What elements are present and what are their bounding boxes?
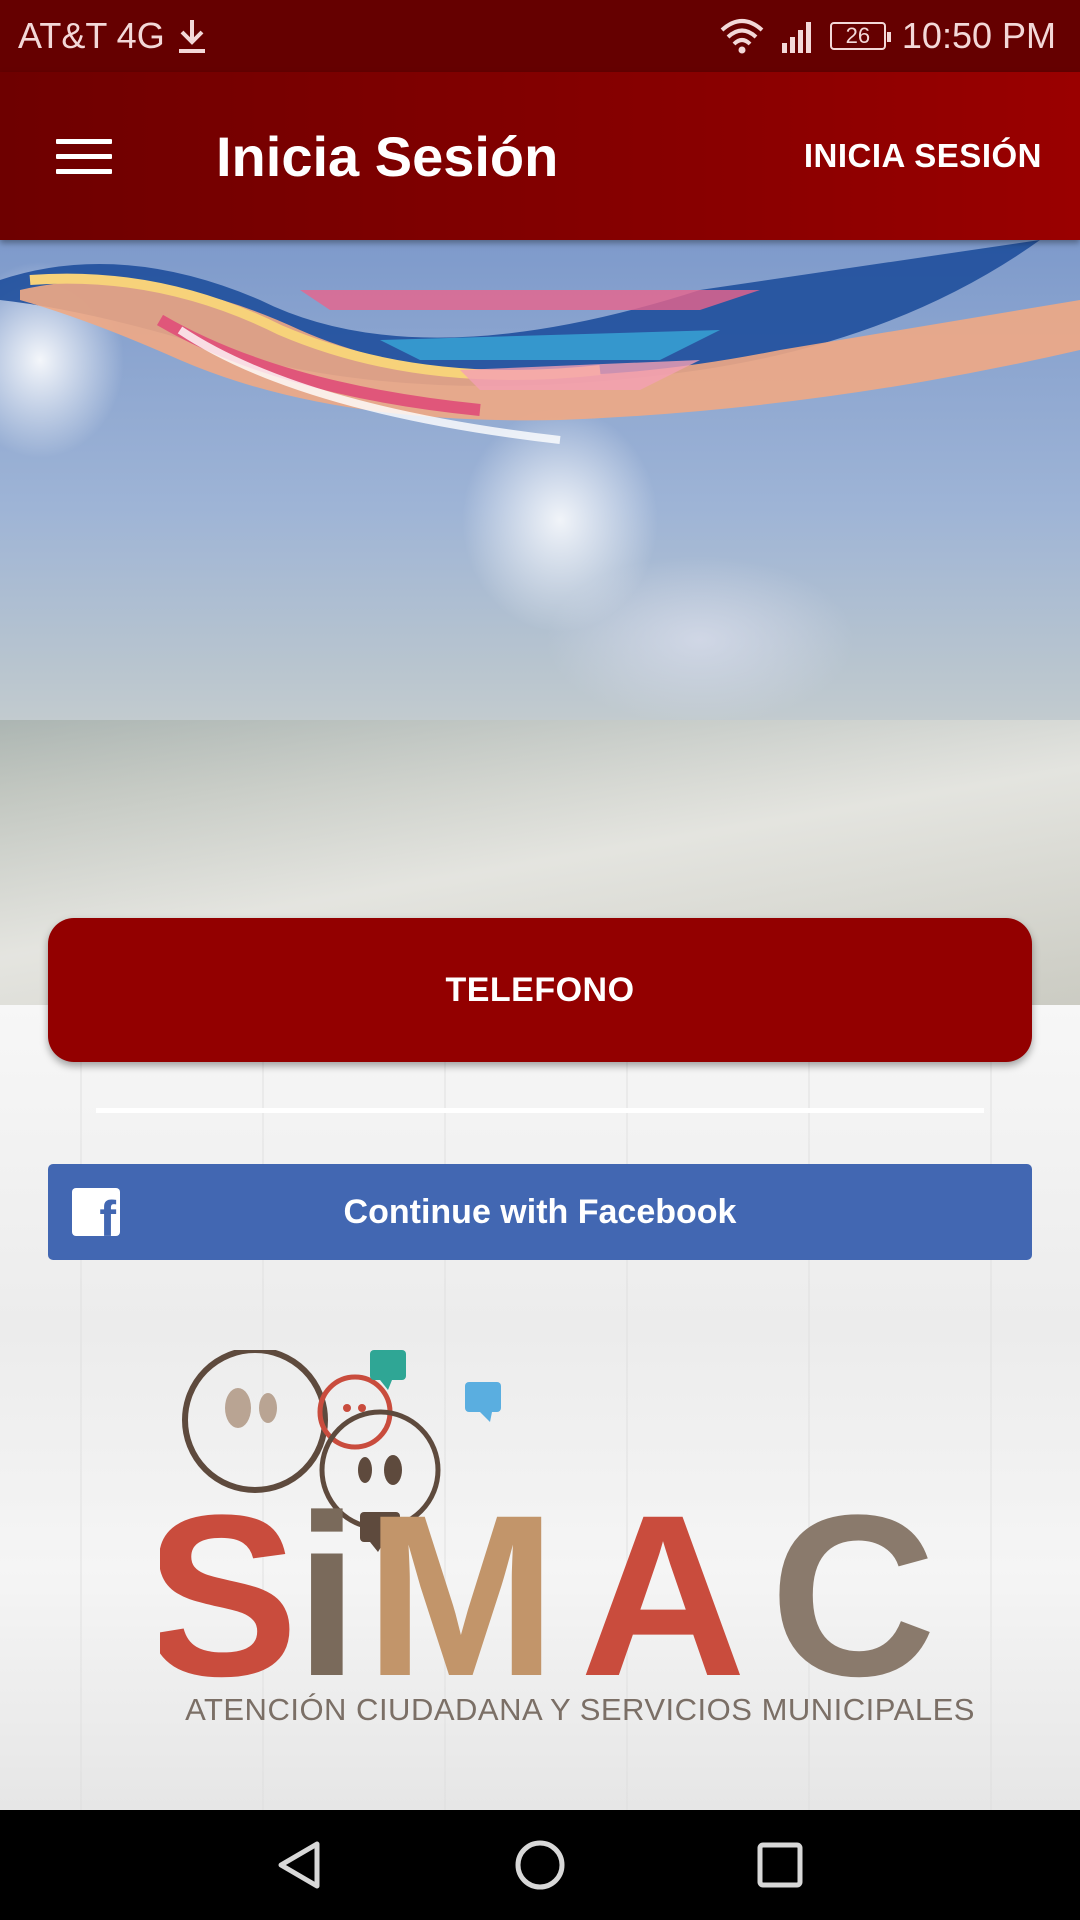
logo-letter-s: S — [160, 1467, 298, 1724]
login-content: TELEFONO f Continue with Facebook S i M … — [0, 240, 1080, 1810]
telefono-button[interactable]: TELEFONO — [48, 918, 1032, 1062]
status-left: AT&T 4G — [18, 15, 209, 57]
divider — [96, 1108, 984, 1113]
hamburger-icon — [56, 129, 112, 184]
wifi-icon — [720, 19, 764, 54]
navigation-bar — [0, 1810, 1080, 1920]
home-button[interactable] — [500, 1825, 580, 1905]
status-bar: AT&T 4G 26 10:50 PM — [0, 0, 1080, 72]
battery-level: 26 — [845, 23, 871, 48]
hero-background — [0, 240, 1080, 1005]
facebook-login-button[interactable]: f Continue with Facebook — [48, 1164, 1032, 1260]
battery-icon: 26 — [829, 22, 891, 50]
logo-letter-m: M — [365, 1467, 557, 1724]
facebook-login-label: Continue with Facebook — [343, 1192, 737, 1231]
logo-subtitle: ATENCIÓN CIUDADANA Y SERVICIOS MUNICIPAL… — [185, 1692, 975, 1727]
status-right: 26 10:50 PM — [720, 15, 1056, 57]
carrier-label: AT&T 4G — [18, 15, 165, 56]
menu-button[interactable] — [0, 72, 168, 240]
logo-letter-a: A — [580, 1467, 746, 1724]
logo-letter-i: i — [295, 1467, 359, 1724]
login-action-button[interactable]: INICIA SESIÓN — [804, 137, 1042, 175]
logo-letter-c: C — [770, 1467, 936, 1724]
signal-icon — [781, 22, 811, 53]
back-button[interactable] — [260, 1825, 340, 1905]
simac-logo: S i M A C — [160, 1350, 936, 1724]
download-icon — [178, 20, 205, 53]
facebook-icon: f — [72, 1188, 120, 1236]
back-icon — [278, 1841, 320, 1889]
clock: 10:50 PM — [901, 15, 1056, 56]
app-bar: Inicia Sesión INICIA SESIÓN — [0, 72, 1080, 240]
home-icon — [515, 1840, 565, 1890]
page-title: Inicia Sesión — [216, 124, 559, 188]
recents-button[interactable] — [740, 1825, 820, 1905]
decorative-swoosh — [0, 240, 1080, 444]
recents-icon — [757, 1842, 803, 1888]
